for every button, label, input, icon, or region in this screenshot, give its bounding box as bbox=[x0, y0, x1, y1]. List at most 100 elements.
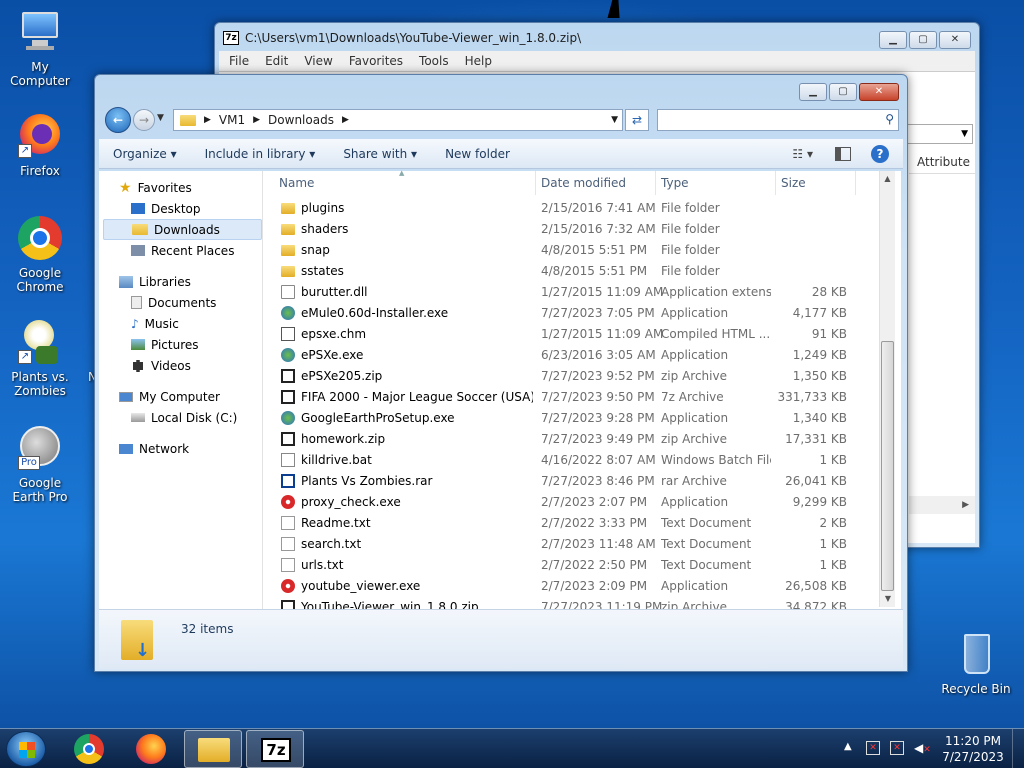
scrollbar-thumb[interactable] bbox=[881, 341, 894, 591]
maximize-button[interactable]: ▢ bbox=[909, 31, 937, 49]
nav-recent-places[interactable]: Recent Places bbox=[103, 240, 262, 261]
back-button[interactable]: ← bbox=[105, 107, 131, 133]
back-window-dropdown[interactable]: ▼ bbox=[907, 124, 973, 144]
file-row[interactable]: urls.txt 2/7/2022 2:50 PM Text Document … bbox=[263, 554, 883, 575]
nav-pictures[interactable]: Pictures bbox=[103, 334, 262, 355]
app-icon bbox=[281, 348, 295, 362]
scroll-up-arrow[interactable]: ▲ bbox=[880, 171, 895, 187]
network-tray-icon[interactable]: ✕ bbox=[890, 741, 904, 755]
file-row[interactable]: proxy_check.exe 2/7/2023 2:07 PM Applica… bbox=[263, 491, 883, 512]
column-header-date[interactable]: Date modified bbox=[541, 176, 626, 190]
action-center-icon[interactable]: ✕ bbox=[866, 741, 880, 755]
search-icon[interactable]: ⚲ bbox=[885, 112, 894, 126]
start-button[interactable] bbox=[6, 731, 46, 767]
file-row[interactable]: homework.zip 7/27/2023 9:49 PM zip Archi… bbox=[263, 428, 883, 449]
tray-expand-icon[interactable]: ▲ bbox=[844, 741, 852, 752]
volume-muted-icon[interactable]: ◀✕ bbox=[914, 741, 931, 755]
vertical-scrollbar[interactable]: ▲ ▼ bbox=[879, 171, 895, 607]
desktop-icon-recycle-bin[interactable]: Recycle Bin bbox=[936, 630, 1016, 696]
desktop-icon-firefox[interactable]: ↗ Firefox bbox=[0, 112, 80, 178]
nav-downloads[interactable]: Downloads bbox=[103, 219, 262, 240]
file-row[interactable]: killdrive.bat 4/16/2022 8:07 AM Windows … bbox=[263, 449, 883, 470]
file-row[interactable]: GoogleEarthProSetup.exe 7/27/2023 9:28 P… bbox=[263, 407, 883, 428]
new-folder-button[interactable]: New folder bbox=[431, 147, 524, 161]
preview-pane-icon[interactable] bbox=[835, 146, 851, 161]
menu-favorites[interactable]: Favorites bbox=[349, 54, 403, 68]
show-desktop-button[interactable] bbox=[1012, 729, 1024, 768]
search-box[interactable]: ⚲ bbox=[657, 109, 899, 131]
computer-icon bbox=[16, 8, 64, 56]
nav-my-computer[interactable]: My Computer bbox=[103, 386, 262, 407]
clock[interactable]: 11:20 PM 7/27/2023 bbox=[940, 733, 1006, 765]
scroll-down-arrow[interactable]: ▼ bbox=[880, 591, 896, 607]
breadcrumb-vm1[interactable]: VM1 bbox=[219, 113, 245, 127]
file-row[interactable]: eMule0.60d-Installer.exe 7/27/2023 7:05 … bbox=[263, 302, 883, 323]
clock-time: 11:20 PM bbox=[945, 734, 1001, 748]
recent-locations-dropdown[interactable]: ▼ bbox=[157, 113, 164, 123]
menu-edit[interactable]: Edit bbox=[265, 54, 288, 68]
nav-videos[interactable]: Videos bbox=[103, 355, 262, 376]
explorer-window[interactable]: ▁ ▢ ✕ ← → ▼ ▶ VM1 ▶ Downloads ▶ ▼ ⇄ ⚲ Or… bbox=[94, 74, 908, 672]
taskbar-chrome[interactable] bbox=[66, 731, 112, 767]
menu-view[interactable]: View bbox=[304, 54, 332, 68]
horizontal-scrollbar[interactable]: ▶ bbox=[909, 496, 975, 514]
help-icon[interactable]: ? bbox=[871, 144, 889, 163]
file-row[interactable]: youtube_viewer.exe 2/7/2023 2:09 PM Appl… bbox=[263, 575, 883, 596]
share-with-button[interactable]: Share with ▾ bbox=[329, 147, 431, 161]
file-row[interactable]: FIFA 2000 - Major League Soccer (USA) (E… bbox=[263, 386, 883, 407]
file-type: Application bbox=[661, 410, 729, 425]
column-header-size[interactable]: Size bbox=[781, 176, 806, 190]
nav-documents[interactable]: Documents bbox=[103, 292, 262, 313]
file-name: search.txt bbox=[301, 536, 362, 551]
menu-file[interactable]: File bbox=[229, 54, 249, 68]
search-input[interactable] bbox=[658, 110, 868, 130]
desktop-icon-google-earth[interactable]: Pro Google Earth Pro bbox=[0, 424, 80, 504]
taskbar-7zip[interactable]: 7z bbox=[246, 730, 304, 768]
forward-button[interactable]: → bbox=[133, 109, 155, 131]
maximize-button[interactable]: ▢ bbox=[829, 83, 857, 101]
organize-button[interactable]: Organize ▾ bbox=[99, 147, 191, 161]
file-row[interactable]: Readme.txt 2/7/2022 3:33 PM Text Documen… bbox=[263, 512, 883, 533]
downloads-arrow-icon: ↓ bbox=[135, 640, 151, 661]
file-row[interactable]: search.txt 2/7/2023 11:48 AM Text Docume… bbox=[263, 533, 883, 554]
view-options-icon[interactable]: ☷ ▾ bbox=[792, 147, 813, 161]
close-button[interactable]: ✕ bbox=[939, 31, 971, 49]
menu-tools[interactable]: Tools bbox=[419, 54, 449, 68]
file-row[interactable]: ePSXe205.zip 7/27/2023 9:52 PM zip Archi… bbox=[263, 365, 883, 386]
file-row[interactable]: burutter.dll 1/27/2015 11:09 AM Applicat… bbox=[263, 281, 883, 302]
nav-network[interactable]: Network bbox=[103, 438, 262, 459]
close-button[interactable]: ✕ bbox=[859, 83, 899, 101]
column-attributes[interactable]: Attribute bbox=[909, 150, 975, 174]
file-row[interactable]: sstates 4/8/2015 5:51 PM File folder bbox=[263, 260, 883, 281]
desktop-icon-my-computer[interactable]: My Computer bbox=[0, 8, 80, 88]
column-header-name[interactable]: Name bbox=[279, 176, 314, 190]
menu-help[interactable]: Help bbox=[465, 54, 492, 68]
file-row[interactable]: plugins 2/15/2016 7:41 AM File folder bbox=[263, 197, 883, 218]
nav-favorites[interactable]: ★ Favorites bbox=[103, 177, 262, 198]
library-icon bbox=[119, 275, 133, 288]
file-row[interactable]: Plants Vs Zombies.rar 7/27/2023 8:46 PM … bbox=[263, 470, 883, 491]
desktop-icon-plants-vs-zombies[interactable]: ↗ Plants vs. Zombies bbox=[0, 318, 80, 398]
file-date: 2/7/2022 2:50 PM bbox=[541, 557, 648, 572]
file-row[interactable]: epsxe.chm 1/27/2015 11:09 AM Compiled HT… bbox=[263, 323, 883, 344]
column-header-type[interactable]: Type bbox=[661, 176, 689, 190]
refresh-button[interactable]: ⇄ bbox=[625, 109, 649, 131]
mouse-cursor bbox=[607, 0, 625, 18]
nav-music[interactable]: ♪ Music bbox=[103, 313, 262, 334]
address-dropdown-icon[interactable]: ▼ bbox=[611, 115, 618, 125]
file-row[interactable]: snap 4/8/2015 5:51 PM File folder bbox=[263, 239, 883, 260]
file-row[interactable]: ePSXe.exe 6/23/2016 3:05 AM Application … bbox=[263, 344, 883, 365]
nav-libraries[interactable]: Libraries bbox=[103, 271, 262, 292]
nav-local-disk[interactable]: Local Disk (C:) bbox=[103, 407, 262, 428]
nav-desktop[interactable]: Desktop bbox=[103, 198, 262, 219]
address-bar[interactable]: ▶ VM1 ▶ Downloads ▶ ▼ bbox=[173, 109, 623, 131]
folder-icon bbox=[281, 266, 295, 277]
include-in-library-button[interactable]: Include in library ▾ bbox=[191, 147, 330, 161]
taskbar-explorer[interactable] bbox=[184, 730, 242, 768]
breadcrumb-downloads[interactable]: Downloads bbox=[268, 113, 334, 127]
taskbar-firefox[interactable] bbox=[128, 731, 174, 767]
minimize-button[interactable]: ▁ bbox=[799, 83, 827, 101]
minimize-button[interactable]: ▁ bbox=[879, 31, 907, 49]
file-row[interactable]: shaders 2/15/2016 7:32 AM File folder bbox=[263, 218, 883, 239]
desktop-icon-chrome[interactable]: Google Chrome bbox=[0, 214, 80, 294]
